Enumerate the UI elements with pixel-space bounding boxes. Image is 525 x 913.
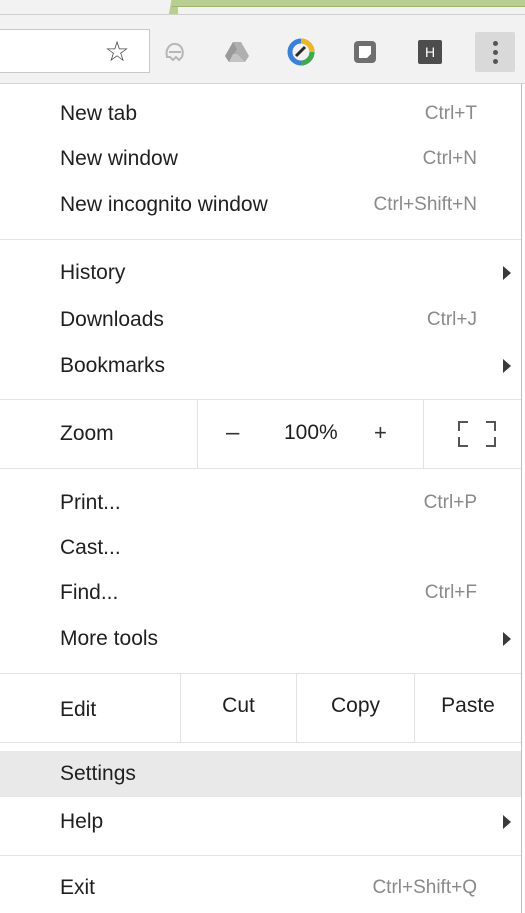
zoom-out-button[interactable]: – [226,400,239,466]
browser-toolbar: ☆ H [0,15,525,84]
menu-item-new-window[interactable]: New window Ctrl+N [0,136,521,182]
bookmark-star-icon[interactable]: ☆ [102,37,132,67]
shortcut-label: Ctrl+N [422,148,477,169]
h-extension-icon[interactable]: H [415,37,445,67]
chrome-main-menu: New tab Ctrl+T New window Ctrl+N New inc… [0,84,522,913]
active-tab-strip[interactable] [172,0,525,7]
menu-item-help[interactable]: Help [0,799,521,845]
menu-separator [0,239,521,240]
paste-button[interactable]: Paste [415,674,521,742]
drive-icon[interactable] [222,37,252,67]
menu-item-label: History [60,261,126,284]
title-bar [0,0,525,15]
menu-dot [492,40,498,46]
menu-item-new-incognito-window[interactable]: New incognito window Ctrl+Shift+N [0,182,521,228]
menu-item-label: New window [60,147,178,170]
menu-item-label: Cast... [60,536,121,559]
zoom-in-button[interactable]: + [374,400,387,466]
menu-separator [0,742,521,743]
zoom-level: 100% [284,421,338,444]
menu-item-print[interactable]: Print... Ctrl+P [0,480,521,526]
menu-item-downloads[interactable]: Downloads Ctrl+J [0,297,521,343]
zoom-divider [197,400,198,468]
menu-dot [492,58,498,64]
submenu-arrow-icon [503,632,511,646]
menu-separator [0,468,521,469]
svg-text:H: H [425,44,435,60]
menu-item-label: Downloads [60,308,164,331]
shortcut-label: Ctrl+T [424,103,477,124]
menu-item-label: Exit [60,876,96,899]
zoom-divider [423,400,424,468]
menu-item-label: Bookmarks [60,354,166,377]
menu-item-new-tab[interactable]: New tab Ctrl+T [0,91,521,137]
ghost-extension-icon[interactable] [160,37,190,67]
edit-label: Edit [60,698,97,721]
shortcut-label: Ctrl+P [423,492,477,513]
shortcut-label: Ctrl+Shift+N [373,194,477,215]
zoom-label: Zoom [60,422,114,445]
shortcut-label: Ctrl+J [426,309,477,330]
note-extension-icon[interactable] [350,37,380,67]
menu-item-more-tools[interactable]: More tools [0,616,521,662]
submenu-arrow-icon [503,266,511,280]
cut-button[interactable]: Cut [181,674,296,742]
menu-item-label: Settings [60,762,136,785]
zoom-row: Zoom – 100% + [0,400,521,468]
menu-item-cast[interactable]: Cast... [0,525,521,571]
menu-item-label: Print... [60,491,121,514]
submenu-arrow-icon [503,359,511,373]
menu-item-exit[interactable]: Exit Ctrl+Shift+Q [0,865,521,911]
submenu-arrow-icon [503,815,511,829]
ring-extension-icon[interactable] [286,37,316,67]
menu-separator [0,855,521,856]
menu-item-label: Find... [60,581,119,604]
copy-button[interactable]: Copy [297,674,414,742]
chrome-menu-button[interactable] [475,32,515,72]
menu-item-label: New incognito window [60,193,268,216]
fullscreen-icon[interactable] [458,421,496,447]
edit-row: Edit Cut Copy Paste [0,674,521,742]
menu-item-find[interactable]: Find... Ctrl+F [0,570,521,616]
menu-item-label: New tab [60,102,138,125]
menu-item-label: Help [60,810,104,833]
shortcut-label: Ctrl+F [424,582,477,603]
menu-item-settings[interactable]: Settings [0,751,521,797]
menu-item-history[interactable]: History [0,250,521,296]
shortcut-label: Ctrl+Shift+Q [372,877,477,898]
menu-dot [492,49,498,55]
menu-item-bookmarks[interactable]: Bookmarks [0,343,521,389]
menu-item-label: More tools [60,627,159,650]
